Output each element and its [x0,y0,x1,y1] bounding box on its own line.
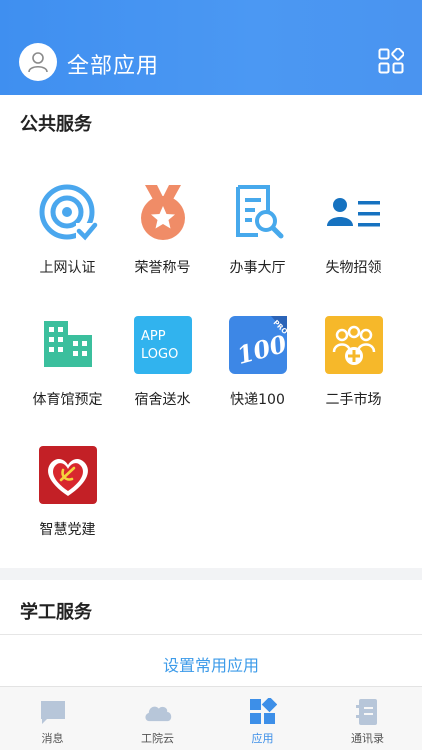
icon-text: APP [141,329,166,344]
app-logo-placeholder-icon: APP LOGO [133,315,193,375]
app-label: 荣誉称号 [134,260,191,276]
app-label: 体育馆预定 [32,392,103,408]
set-common-apps-link[interactable]: 设置常用应用 [0,652,422,676]
app-smart-party[interactable]: 智慧党建 [15,445,120,539]
wifi-auth-icon [38,183,98,243]
person-list-icon [324,183,384,243]
app-label: 办事大厅 [229,260,286,276]
app-label: 上网认证 [39,260,96,276]
message-icon [38,697,68,727]
tab-label: 通讯录 [351,732,384,745]
tab-messages[interactable]: 消息 [0,687,105,750]
divider [0,634,422,635]
section-title: 公共服务 [20,114,92,135]
tab-label: 工院云 [141,732,174,745]
app-gym-booking[interactable]: 体育馆预定 [15,315,120,409]
group-add-icon [324,315,384,375]
app-service-hall[interactable]: 办事大厅 [205,183,310,277]
app-kuaidi100[interactable]: PRO 100 快递100 [205,315,310,409]
app-label: 失物招领 [325,260,382,276]
app-secondhand-market[interactable]: 二手市场 [301,315,406,409]
app-label: 智慧党建 [39,522,96,538]
student-services-section: 学工服务 设置常用应用 [0,580,422,686]
app-label: 宿舍送水 [134,392,191,408]
app-honor-title[interactable]: 荣誉称号 [110,183,215,277]
page-title: 全部应用 [67,54,160,79]
apps-grid-icon[interactable] [378,48,404,74]
app-dorm-water[interactable]: APP LOGO 宿舍送水 [110,315,215,409]
user-icon [28,52,48,73]
cloud-icon [143,697,173,727]
medal-icon [133,183,193,243]
icon-text: LOGO [141,347,178,362]
building-icon [38,315,98,375]
tab-contacts[interactable]: 通讯录 [315,687,420,750]
document-search-icon [228,183,288,243]
header-bar: 全部应用 [0,0,422,95]
tab-apps[interactable]: 应用 [210,687,315,750]
apps-icon [248,697,278,727]
public-services-section: 公共服务 上网认证 荣誉称号 办事大厅 失物招领 体育馆预定 APP LOGO … [0,95,422,568]
avatar[interactable] [19,43,57,81]
tab-label: 消息 [41,732,64,745]
app-label: 二手市场 [325,392,382,408]
app-label: 快递100 [230,392,285,408]
party-heart-icon [38,445,98,505]
app-wifi-auth[interactable]: 上网认证 [15,183,120,277]
tab-cloud[interactable]: 工院云 [105,687,210,750]
contacts-icon [353,697,383,727]
section-title: 学工服务 [20,602,92,623]
app-lost-found[interactable]: 失物招领 [301,183,406,277]
bottom-tab-bar: 消息 工院云 应用 通讯录 [0,686,422,750]
kuaidi100-icon: PRO 100 [228,315,288,375]
tab-label: 应用 [251,732,274,745]
